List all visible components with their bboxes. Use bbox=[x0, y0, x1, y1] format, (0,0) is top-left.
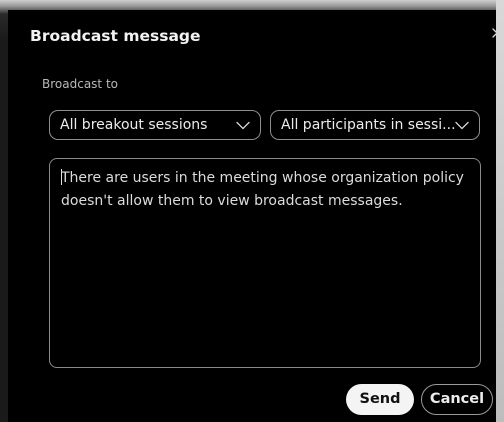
breakout-sessions-select[interactable]: All breakout sessions bbox=[49, 110, 261, 140]
breakout-sessions-select-value: All breakout sessions bbox=[60, 117, 208, 133]
chevron-down-icon bbox=[236, 121, 250, 130]
cancel-button[interactable]: Cancel bbox=[421, 384, 493, 415]
participants-select[interactable]: All participants in sessi... bbox=[270, 110, 480, 140]
broadcast-to-label: Broadcast to bbox=[42, 77, 118, 91]
message-text: There are users in the meeting whose org… bbox=[61, 170, 464, 209]
message-textarea[interactable]: There are users in the meeting whose org… bbox=[49, 158, 481, 368]
close-button[interactable] bbox=[490, 26, 504, 42]
background-window-edge bbox=[496, 0, 504, 422]
dialog-title: Broadcast message bbox=[30, 27, 201, 45]
participants-select-value: All participants in sessi... bbox=[281, 117, 456, 133]
close-icon bbox=[492, 28, 502, 38]
send-button[interactable]: Send bbox=[346, 384, 414, 415]
chevron-down-icon bbox=[455, 121, 469, 130]
broadcast-message-dialog: Broadcast message Broadcast to All break… bbox=[8, 10, 502, 422]
